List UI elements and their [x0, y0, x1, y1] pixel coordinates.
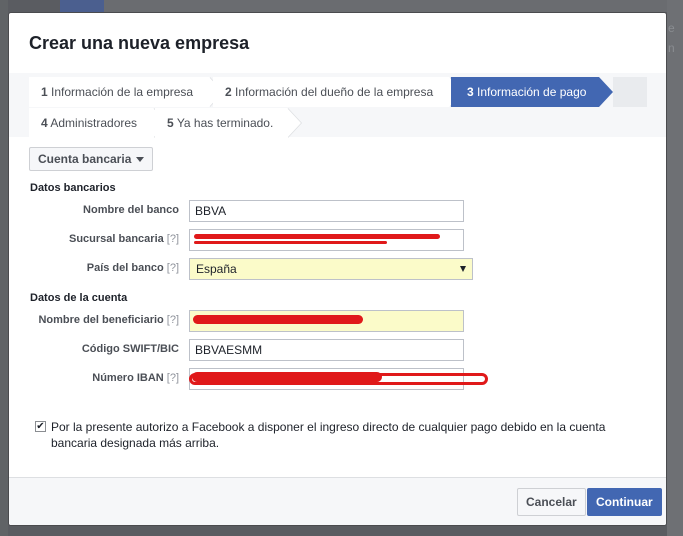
step-business-info[interactable]: 1 Información de la empresa	[29, 77, 224, 107]
background-right	[667, 0, 683, 536]
swift-value: BBVAESMM	[195, 343, 263, 357]
redaction-mark	[194, 234, 440, 239]
step-number: 4	[41, 116, 48, 130]
step-arrow	[599, 77, 613, 107]
dropdown-arrow-icon	[460, 266, 466, 272]
step-number: 2	[225, 85, 232, 99]
cancel-button[interactable]: Cancelar	[517, 488, 586, 516]
help-icon[interactable]: [?]	[167, 314, 179, 326]
iban-label-text: Número IBAN	[92, 372, 164, 384]
authorization-text: Por la presente autorizo a Facebook a di…	[51, 420, 606, 450]
continue-button[interactable]: Continuar	[587, 488, 662, 516]
authorization-checkbox[interactable]: ✔	[35, 421, 46, 432]
caret-down-icon	[136, 157, 145, 163]
country-label: País del banco [?]	[19, 262, 179, 274]
beneficiary-label-text: Nombre del beneficiario	[38, 314, 164, 326]
dialog-title: Crear una nueva empresa	[29, 33, 250, 53]
step-arrow	[287, 108, 301, 138]
swift-label: Código SWIFT/BIC	[81, 343, 179, 355]
swift-input[interactable]: BBVAESMM	[189, 339, 464, 361]
step-admins[interactable]: 4 Administradores	[29, 108, 168, 138]
step-number: 5	[167, 116, 174, 130]
country-value: España	[196, 262, 237, 276]
bank-section-title: Datos bancarios	[30, 182, 116, 194]
step-payment-info[interactable]: 3 Información de pago	[451, 77, 613, 107]
help-icon[interactable]: [?]	[167, 262, 179, 274]
step-finished[interactable]: 5 Ya has terminado.	[155, 108, 302, 138]
bank-name-input[interactable]: BBVA	[189, 200, 464, 222]
help-icon[interactable]: [?]	[167, 233, 179, 245]
account-type-label: Cuenta bancaria	[38, 152, 132, 166]
step-label: Información del dueño de la empresa	[235, 85, 434, 99]
account-section-title: Datos de la cuenta	[30, 292, 128, 304]
bank-name-label: Nombre del banco	[83, 204, 179, 216]
country-label-text: País del banco	[86, 262, 164, 274]
step-label: Ya has terminado.	[176, 116, 274, 130]
bank-name-value: BBVA	[195, 204, 227, 218]
background-top-strip	[60, 0, 104, 12]
redaction-mark	[194, 241, 387, 244]
branch-label: Sucursal bancaria [?]	[19, 233, 179, 245]
payment-form: Cuenta bancaria Datos bancarios Nombre d…	[9, 137, 666, 477]
step-label: Información de pago	[477, 85, 587, 99]
step-label: Administradores	[50, 116, 138, 130]
help-icon[interactable]: [?]	[167, 372, 179, 384]
dialog-header: Crear una nueva empresa	[9, 13, 666, 73]
step-label: Información de la empresa	[51, 85, 194, 99]
beneficiary-label: Nombre del beneficiario [?]	[19, 314, 179, 326]
step-number: 1	[41, 85, 48, 99]
dialog-footer: Cancelar Continuar	[9, 477, 666, 525]
step-number: 3	[467, 85, 474, 99]
step-owner-info[interactable]: 2 Información del dueño de la empresa	[213, 77, 464, 107]
wizard-steps-tail	[613, 77, 647, 107]
country-select[interactable]: España	[189, 258, 473, 280]
background-left	[0, 0, 8, 536]
iban-label: Número IBAN [?]	[19, 372, 179, 384]
background-top	[104, 0, 683, 12]
create-business-dialog: Crear una nueva empresa 1 Información de…	[8, 12, 667, 526]
background-right-text: en	[668, 21, 675, 55]
account-type-dropdown[interactable]: Cuenta bancaria	[29, 147, 154, 171]
redaction-mark	[193, 315, 363, 324]
branch-input[interactable]	[189, 229, 464, 251]
redaction-mark	[189, 373, 488, 385]
branch-label-text: Sucursal bancaria	[68, 233, 164, 245]
